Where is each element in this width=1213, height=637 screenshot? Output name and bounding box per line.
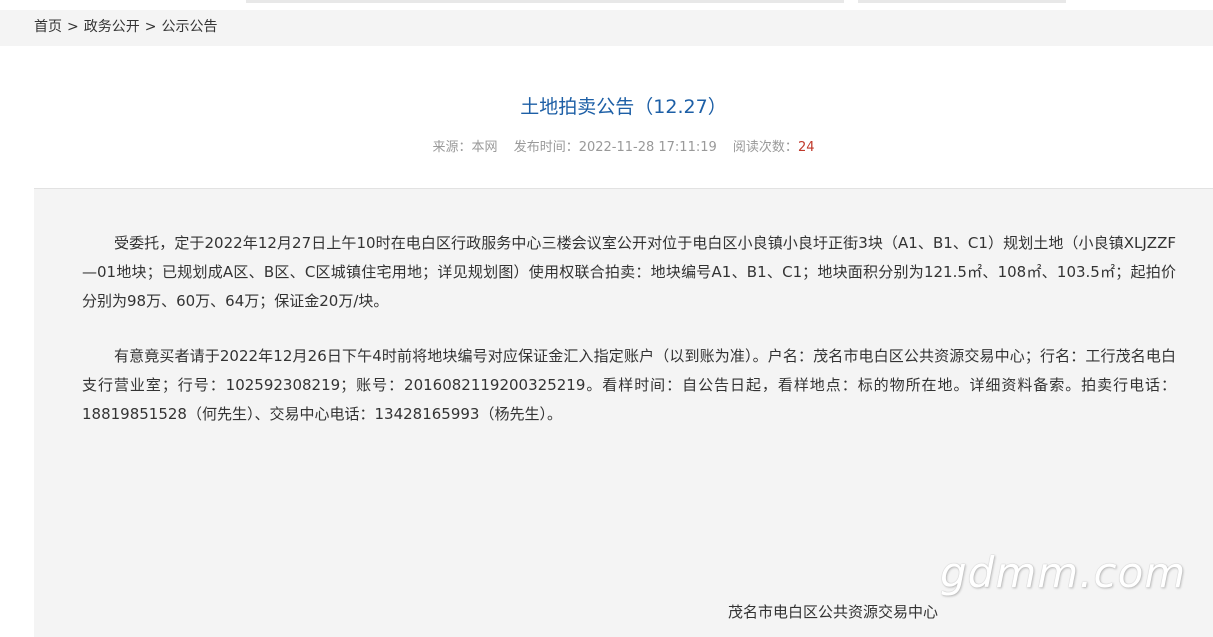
meta-source: 来源：本网 xyxy=(433,140,498,155)
meta-source-label: 来源： xyxy=(432,140,472,155)
article-meta: 来源：本网 发布时间：2022-11-28 17:11:19 阅读次数：24 xyxy=(34,136,1213,155)
top-nav-segment xyxy=(246,0,844,3)
article-header: 土地拍卖公告（12.27） 来源：本网 发布时间：2022-11-28 17:1… xyxy=(34,46,1213,188)
meta-published-label: 发布时间： xyxy=(513,140,579,155)
top-nav-segment xyxy=(858,0,1066,3)
meta-views: 阅读次数：24 xyxy=(733,140,815,155)
breadcrumb-home-link[interactable]: 首页 xyxy=(34,19,62,35)
meta-source-value: 本网 xyxy=(471,140,498,155)
breadcrumb-bar: 首页 > 政务公开 > 公示公告 xyxy=(0,10,1213,46)
article-paragraph: 有意竟买者请于2022年12月26日下午4时前将地块编号对应保证金汇入指定账户（… xyxy=(82,347,1176,423)
breadcrumb-announcements-link[interactable]: 公示公告 xyxy=(161,19,217,35)
meta-published-value: 2022-11-28 17:11:19 xyxy=(578,140,717,155)
site-watermark: gdmm.com xyxy=(940,548,1187,597)
article-paragraph: 受委托，定于2022年12月27日上午10时在电白区行政服务中心三楼会议室公开对… xyxy=(82,234,1176,310)
article-title: 土地拍卖公告（12.27） xyxy=(520,96,727,118)
meta-published: 发布时间：2022-11-28 17:11:19 xyxy=(514,140,717,155)
breadcrumb-gov-affairs-link[interactable]: 政务公开 xyxy=(84,19,140,35)
meta-views-count: 24 xyxy=(797,140,815,155)
meta-views-label: 阅读次数： xyxy=(732,140,798,155)
article-signature: 茂名市电白区公共资源交易中心 xyxy=(728,603,939,621)
breadcrumb: 首页 > 政务公开 > 公示公告 xyxy=(34,10,217,44)
breadcrumb-separator: > xyxy=(67,19,79,35)
breadcrumb-separator: > xyxy=(144,19,157,35)
top-nav-strip xyxy=(0,0,1213,3)
